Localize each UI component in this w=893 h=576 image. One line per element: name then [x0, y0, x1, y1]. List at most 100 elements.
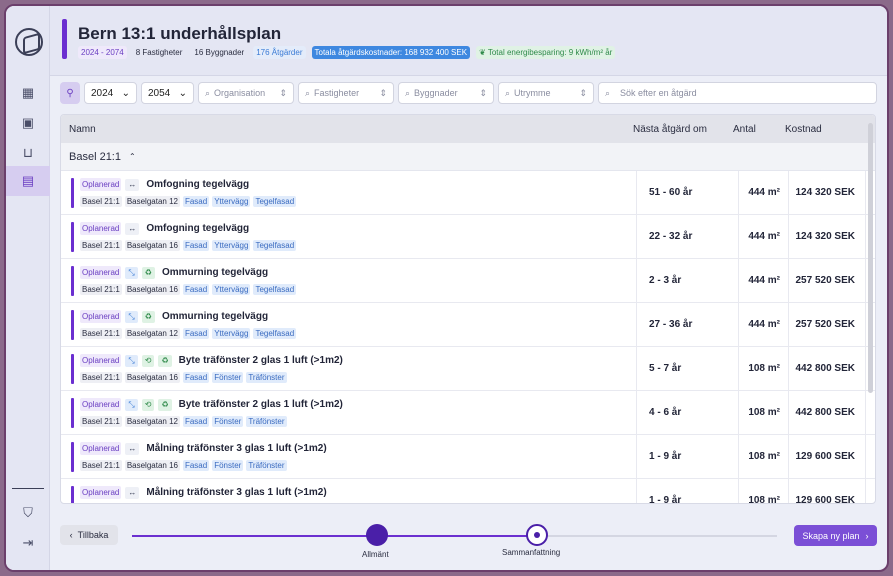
cell-cost: 129 600 SEK — [789, 435, 866, 478]
row-accent-bar — [71, 354, 74, 384]
action-title: Målning träfönster 3 glas 1 luft (>1m2) — [146, 487, 327, 498]
cell-cost: 129 600 SEK — [789, 479, 866, 503]
cell-cost: 124 320 SEK — [789, 215, 866, 258]
row-title-line: Oplanerad ↔ Målning träfönster 3 glas 1 … — [80, 486, 327, 499]
properties-select[interactable]: ⌕ Fastigheter ⇕ — [298, 82, 394, 104]
horizontal-arrows-icon: ↔ — [125, 442, 140, 455]
chevron-left-icon: ‹ — [69, 530, 73, 540]
cell-next: 51 - 60 år — [637, 171, 739, 214]
row-tag: Baselgatan 16 — [124, 372, 180, 383]
status-badge: Oplanerad — [80, 354, 122, 367]
action-title: Byte träfönster 2 glas 1 luft (>1m2) — [178, 355, 343, 366]
table-row[interactable]: Oplanerad ⤡ ♻ Ommurning tegelvägg Basel 2… — [61, 259, 875, 303]
energy-text: Total energibesparing: 9 kWh/m² år — [487, 48, 613, 57]
status-badge: Oplanerad — [80, 442, 122, 455]
buildings-select[interactable]: ⌕ Byggnader ⇕ — [398, 82, 494, 104]
logout-icon[interactable]: ⇥ — [15, 530, 41, 556]
cell-name: Oplanerad ↔ Målning träfönster 3 glas 1 … — [61, 479, 637, 503]
calendar-plan-icon[interactable]: ▤ — [6, 166, 50, 196]
row-tag: Basel 21:1 — [80, 372, 122, 383]
basket-icon[interactable]: ⊔ — [15, 140, 41, 166]
table-scrollbar[interactable] — [868, 123, 873, 393]
row-tag: Yttervägg — [212, 328, 251, 339]
cell-cost: 257 520 SEK — [789, 303, 866, 346]
row-tag: Baselgatan 16 — [124, 284, 180, 295]
row-tag: Basel 21:1 — [80, 284, 122, 295]
spaces-select[interactable]: ⌕ Utrymme ⇕ — [498, 82, 594, 104]
updown-icon: ⇕ — [579, 87, 587, 98]
table-row[interactable]: Oplanerad ↔ Målning träfönster 3 glas 1 … — [61, 479, 875, 503]
search-icon: ⌕ — [205, 87, 211, 98]
year-from-select[interactable]: 2024 ⌄ — [84, 82, 137, 104]
cell-next: 27 - 36 år — [637, 303, 739, 346]
row-accent-bar — [71, 398, 74, 428]
row-tag: Basel 21:1 — [80, 240, 122, 251]
search-placeholder: Sök efter en åtgärd — [620, 88, 697, 98]
row-tag: Yttervägg — [212, 284, 251, 295]
header-name[interactable]: Namn — [61, 124, 633, 135]
cell-count: 108 m² — [739, 479, 789, 503]
step-general-label: Allmänt — [362, 550, 389, 559]
action-title: Byte träfönster 2 glas 1 luft (>1m2) — [178, 399, 343, 410]
organisation-select[interactable]: ⌕ Organisation ⇕ — [198, 82, 294, 104]
row-accent-bar — [71, 310, 74, 340]
page-header: Bern 13:1 underhållsplan 2024 - 2074 8 F… — [50, 6, 887, 76]
table-row[interactable]: Oplanerad ↔ Omfogning tegelvägg Basel 21… — [61, 171, 875, 215]
grid-icon[interactable]: ▦ — [15, 80, 41, 106]
row-tag: Baselgatan 12 — [124, 196, 180, 207]
step-general[interactable] — [366, 524, 388, 546]
total-cost-badge: Totala åtgärdskostnader: 168 932 400 SEK — [311, 46, 471, 59]
app-window: ▦ ▣ ⊔ ▤ ⛉ ⇥ Bern 13:1 underhållsplan 202… — [4, 4, 889, 572]
search-icon: ⌕ — [605, 87, 611, 98]
group-row[interactable]: Basel 21:1 ⌃ — [61, 143, 875, 171]
progress-fill — [132, 535, 536, 537]
header-count[interactable]: Antal — [733, 124, 785, 135]
step-summary[interactable] — [526, 524, 548, 546]
row-tag: Fasad — [182, 416, 210, 427]
header-next[interactable]: Nästa åtgärd om — [633, 124, 733, 135]
table-row[interactable]: Oplanerad ↔ Målning träfönster 3 glas 1 … — [61, 435, 875, 479]
table-row[interactable]: Oplanerad ⤡ ⟲ ♻ Byte träfönster 2 glas 1 l… — [61, 391, 875, 435]
shield-icon[interactable]: ⛉ — [15, 500, 41, 526]
cell-name: Oplanerad ↔ Omfogning tegelvägg Basel 21… — [61, 215, 637, 258]
table-header: Namn Nästa åtgärd om Antal Kostnad — [61, 115, 875, 143]
row-tags: Basel 21:1 Baselgatan 12 Fasad Fönster Träfö… — [80, 416, 287, 427]
row-tags: Basel 21:1 Baselgatan 16 Fasad Yttervägg Teg… — [80, 240, 297, 251]
year-to-select[interactable]: 2054 ⌄ — [141, 82, 194, 104]
table-row[interactable]: Oplanerad ⤡ ♻ Ommurning tegelvägg Basel 2… — [61, 303, 875, 347]
cell-count: 444 m² — [739, 303, 789, 346]
row-tag: Basel 21:1 — [80, 416, 122, 427]
group-label: Basel 21:1 — [69, 150, 121, 163]
action-search-input[interactable]: ⌕ Sök efter en åtgärd — [598, 82, 877, 104]
cell-cost: 124 320 SEK — [789, 171, 866, 214]
spaces-placeholder: Utrymme — [514, 87, 551, 98]
row-tag: Tegelfasad — [253, 196, 297, 207]
action-title: Omfogning tegelvägg — [146, 179, 250, 190]
table-row[interactable]: Oplanerad ⤡ ⟲ ♻ Byte träfönster 2 glas 1 l… — [61, 347, 875, 391]
table-row[interactable]: Oplanerad ↔ Omfogning tegelvägg Basel 21… — [61, 215, 875, 259]
buildings-placeholder: Byggnader — [414, 87, 458, 98]
updown-icon: ⇕ — [279, 87, 287, 98]
row-accent-bar — [71, 222, 74, 252]
row-tag: Yttervägg — [212, 240, 251, 251]
row-tag: Fasad — [182, 328, 210, 339]
app-logo[interactable] — [15, 28, 43, 56]
back-button[interactable]: ‹ Tillbaka — [60, 525, 118, 545]
create-plan-button[interactable]: Skapa ny plan › — [794, 525, 877, 546]
building-icon[interactable]: ▣ — [15, 110, 41, 136]
filter-icon[interactable]: ⚲ — [60, 82, 80, 104]
row-accent-bar — [71, 442, 74, 472]
row-tag: Baselgatan 16 — [124, 240, 180, 251]
recycle-icon: ♻ — [141, 266, 155, 279]
status-badge: Oplanerad — [80, 486, 122, 499]
cell-count: 108 m² — [739, 435, 789, 478]
row-accent-bar — [71, 266, 74, 296]
horizontal-arrows-icon: ↔ — [125, 222, 140, 235]
row-title-line: Oplanerad ↔ Omfogning tegelvägg — [80, 178, 249, 191]
header-cost[interactable]: Kostnad — [785, 124, 865, 135]
chevron-down-icon: ⌄ — [178, 87, 187, 99]
properties-placeholder: Fastigheter — [314, 87, 360, 98]
chevron-up-icon[interactable]: ⌃ — [129, 152, 136, 161]
status-badge: Oplanerad — [80, 222, 122, 235]
actions-table: Namn Nästa åtgärd om Antal Kostnad Basel… — [60, 114, 876, 504]
